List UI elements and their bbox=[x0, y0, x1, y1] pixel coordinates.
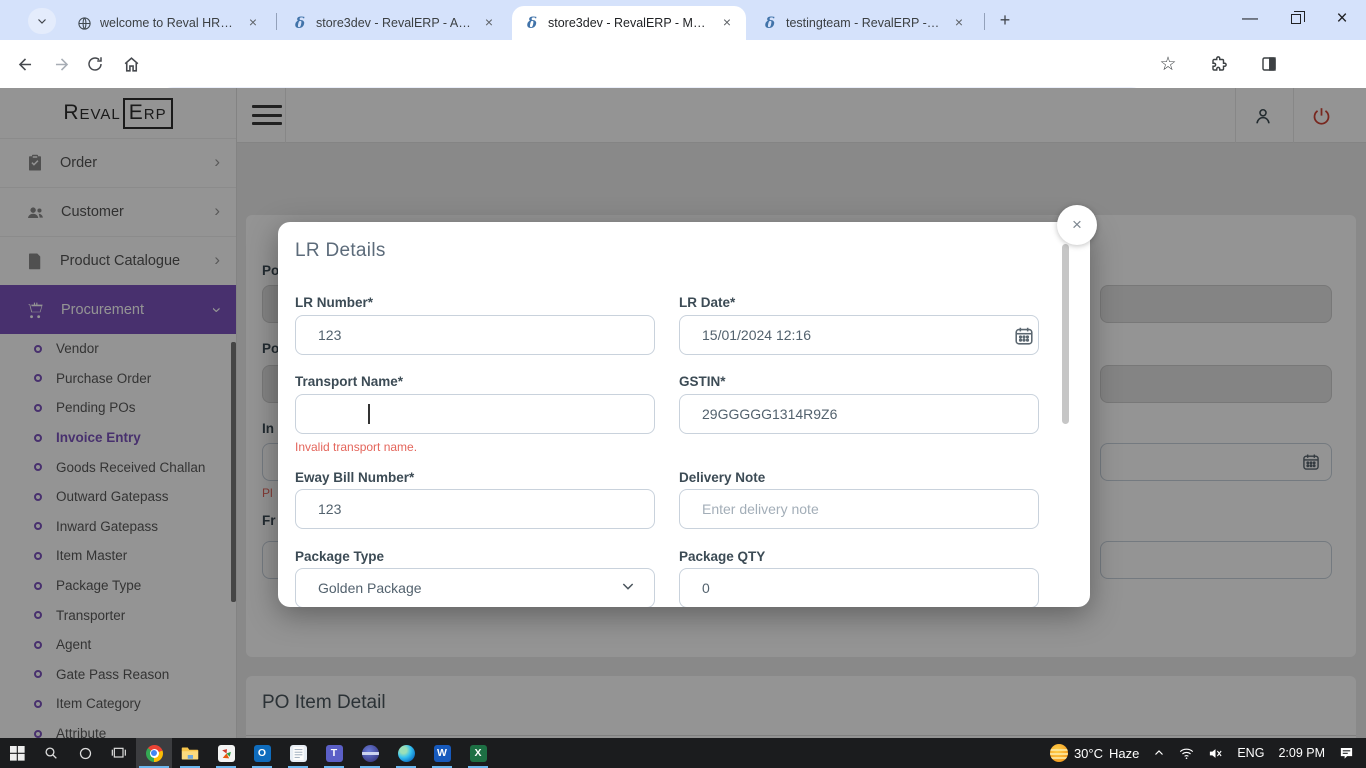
search-icon[interactable] bbox=[34, 738, 68, 768]
eway-bill-input[interactable] bbox=[295, 489, 655, 529]
weather-temp: 30°C bbox=[1074, 746, 1103, 761]
browser-tab-active[interactable]: δ store3dev - RevalERP - Modify I × bbox=[512, 6, 746, 40]
reval-favicon-icon: δ bbox=[762, 15, 778, 31]
eway-bill-label: Eway Bill Number* bbox=[295, 470, 414, 485]
weather-haze-icon bbox=[1050, 744, 1068, 762]
lr-details-modal: LR Details LR Number* LR Date* Transport… bbox=[278, 222, 1090, 607]
lr-number-label: LR Number* bbox=[295, 295, 373, 310]
browser-tab-strip: welcome to Reval HRMS × δ store3dev - Re… bbox=[0, 0, 1366, 40]
browser-tab[interactable]: δ testingteam - RevalERP - Add V × bbox=[750, 6, 978, 40]
home-button[interactable] bbox=[116, 49, 146, 79]
chevron-down-icon bbox=[36, 15, 48, 27]
text-cursor bbox=[368, 404, 370, 424]
window-close-button[interactable]: × bbox=[1319, 0, 1365, 38]
package-type-label: Package Type bbox=[295, 549, 384, 564]
web-page: RevalErp Order › Customer › bbox=[0, 88, 1366, 738]
start-button[interactable] bbox=[0, 738, 34, 768]
tab-divider bbox=[984, 13, 985, 30]
extensions-icon[interactable] bbox=[1204, 49, 1234, 79]
transport-name-error: Invalid transport name. bbox=[295, 440, 417, 454]
tab-close-icon[interactable]: × bbox=[480, 14, 498, 32]
transport-name-input[interactable] bbox=[295, 394, 655, 434]
side-panel-icon[interactable] bbox=[1254, 49, 1284, 79]
taskbar-word-icon[interactable]: W bbox=[424, 738, 460, 768]
restore-icon bbox=[1291, 14, 1301, 24]
language-indicator[interactable]: ENG bbox=[1230, 738, 1271, 768]
volume-muted-icon[interactable] bbox=[1201, 738, 1230, 768]
screen: welcome to Reval HRMS × δ store3dev - Re… bbox=[0, 0, 1366, 768]
gstin-label: GSTIN* bbox=[679, 374, 726, 389]
tab-title: store3dev - RevalERP - Add Inv bbox=[316, 16, 472, 30]
reload-button[interactable] bbox=[80, 49, 110, 79]
tab-divider bbox=[276, 13, 277, 30]
taskbar-outlook-icon[interactable]: O bbox=[244, 738, 280, 768]
modal-title: LR Details bbox=[295, 240, 386, 262]
lr-date-label: LR Date* bbox=[679, 295, 735, 310]
tab-close-icon[interactable]: × bbox=[718, 14, 736, 32]
transport-name-label: Transport Name* bbox=[295, 374, 403, 389]
taskbar-teams-icon[interactable]: T bbox=[316, 738, 352, 768]
taskbar-edge-icon[interactable] bbox=[388, 738, 424, 768]
clock[interactable]: 2:09 PM bbox=[1271, 738, 1332, 768]
tab-title: welcome to Reval HRMS bbox=[100, 16, 236, 30]
tab-close-icon[interactable]: × bbox=[244, 14, 262, 32]
tray-expand-chevron-icon[interactable] bbox=[1146, 738, 1172, 768]
action-center-icon[interactable] bbox=[1332, 738, 1366, 768]
window-minimize-button[interactable]: — bbox=[1227, 0, 1273, 38]
forward-button[interactable] bbox=[46, 49, 76, 79]
delivery-note-input[interactable] bbox=[679, 489, 1039, 529]
taskbar-notepad-icon[interactable] bbox=[280, 738, 316, 768]
taskbar-eclipse-icon[interactable] bbox=[352, 738, 388, 768]
task-view-icon[interactable] bbox=[102, 738, 136, 768]
package-qty-input[interactable] bbox=[679, 568, 1039, 607]
browser-tab[interactable]: welcome to Reval HRMS × bbox=[64, 6, 272, 40]
globe-favicon-icon bbox=[76, 15, 92, 31]
chevron-down-icon bbox=[620, 578, 636, 594]
reval-favicon-icon: δ bbox=[292, 15, 308, 31]
back-button[interactable] bbox=[10, 49, 40, 79]
window-restore-button[interactable] bbox=[1273, 0, 1319, 38]
browser-tab[interactable]: δ store3dev - RevalERP - Add Inv × bbox=[280, 6, 508, 40]
wifi-icon[interactable] bbox=[1172, 738, 1201, 768]
cortana-icon[interactable] bbox=[68, 738, 102, 768]
gstin-input[interactable] bbox=[679, 394, 1039, 434]
lr-date-input[interactable] bbox=[679, 315, 1039, 355]
tab-close-icon[interactable]: × bbox=[950, 14, 968, 32]
reval-favicon-icon: δ bbox=[524, 15, 540, 31]
modal-close-button[interactable]: × bbox=[1057, 205, 1097, 245]
tab-title: store3dev - RevalERP - Modify I bbox=[548, 16, 710, 30]
lr-number-input[interactable] bbox=[295, 315, 655, 355]
tab-title: testingteam - RevalERP - Add V bbox=[786, 16, 942, 30]
system-tray: 30°C Haze ENG 2:09 PM bbox=[1043, 738, 1366, 768]
bookmark-star-icon[interactable]: ☆ bbox=[1153, 49, 1183, 79]
taskbar-file-explorer-icon[interactable] bbox=[172, 738, 208, 768]
package-qty-label: Package QTY bbox=[679, 549, 765, 564]
calendar-icon[interactable] bbox=[1013, 325, 1035, 347]
package-type-value: Golden Package bbox=[318, 580, 422, 596]
tab-list-button[interactable] bbox=[28, 8, 56, 34]
browser-toolbar: store3dev.revalweb.com/InvoiceEntry/modi… bbox=[0, 40, 1366, 88]
taskbar: O T W X bbox=[0, 738, 1366, 768]
weather-widget[interactable]: 30°C Haze bbox=[1043, 738, 1146, 768]
taskbar-chrome-icon[interactable] bbox=[136, 738, 172, 768]
taskbar-pinwheel-app-icon[interactable] bbox=[208, 738, 244, 768]
modal-scrollbar[interactable] bbox=[1062, 244, 1069, 424]
delivery-note-label: Delivery Note bbox=[679, 470, 765, 485]
package-type-select[interactable]: Golden Package bbox=[295, 568, 655, 607]
new-tab-button[interactable]: + bbox=[992, 8, 1018, 34]
taskbar-excel-icon[interactable]: X bbox=[460, 738, 496, 768]
weather-condition: Haze bbox=[1109, 746, 1139, 761]
